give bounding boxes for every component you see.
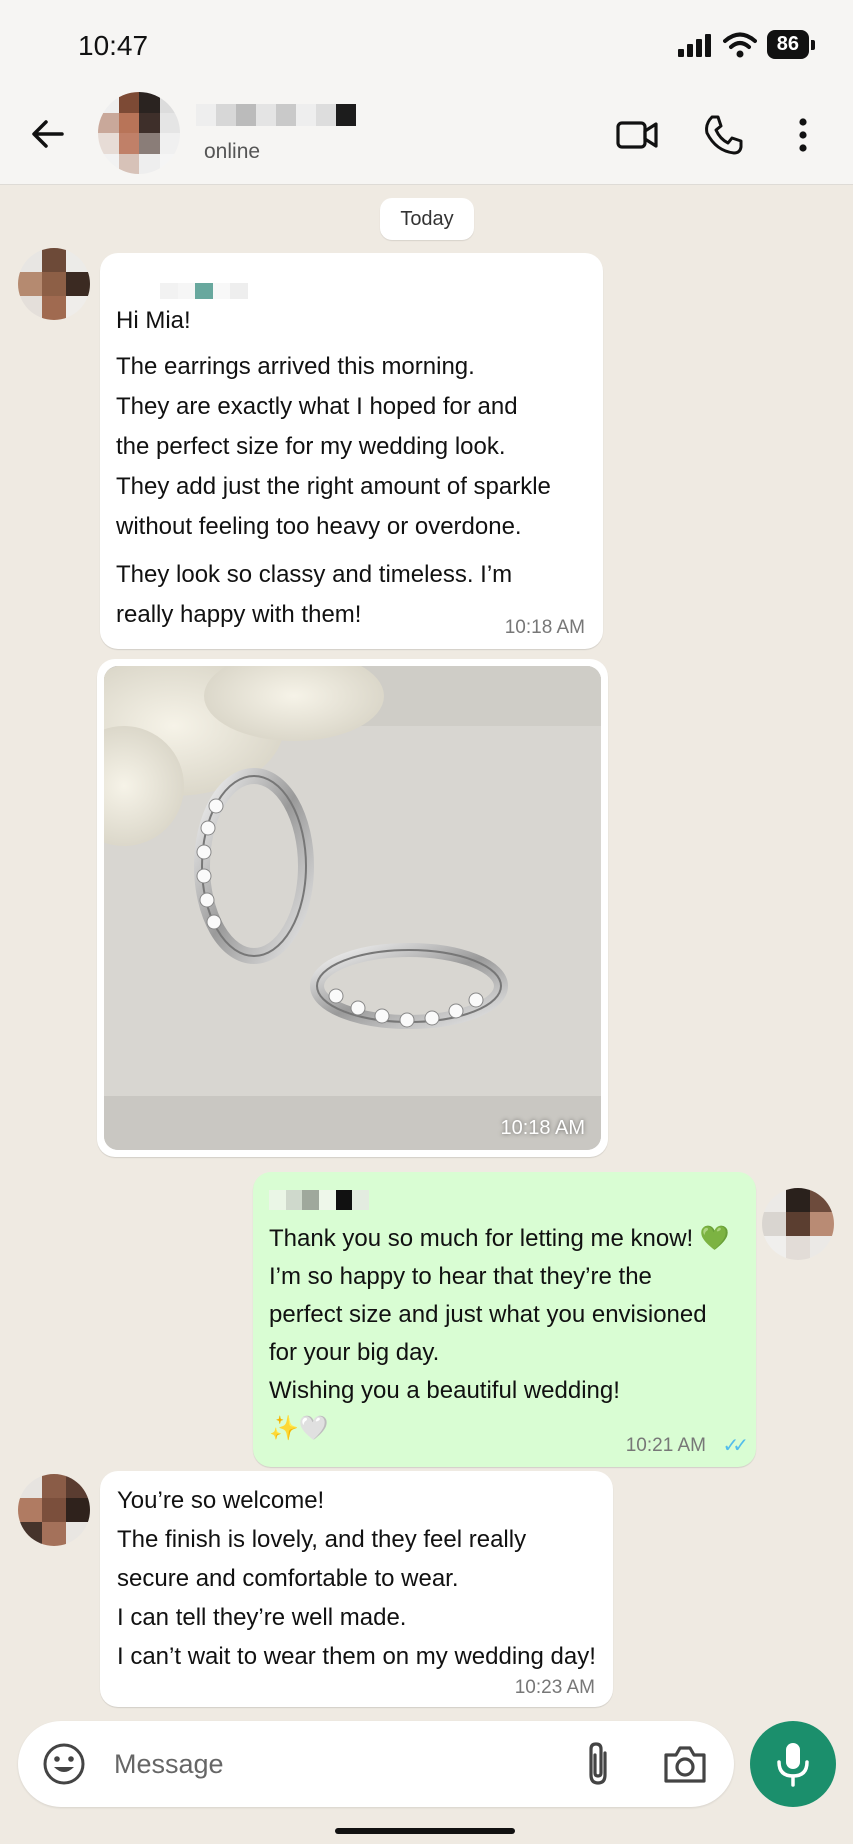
photo-message[interactable]: 10:18 AM	[97, 659, 608, 1157]
signal-icon	[677, 33, 711, 57]
message-time: 10:23 AM	[514, 1677, 595, 1698]
status-icons: 86	[677, 30, 816, 59]
camera-icon[interactable]	[662, 1743, 708, 1785]
message-line: secure and comfortable to wear.	[117, 1565, 459, 1592]
date-chip: Today	[380, 198, 474, 240]
message-line: They look so classy and timeless. I’m	[116, 561, 513, 588]
message-line: really happy with them!	[116, 601, 362, 628]
message-line: Wishing you a beautiful wedding!	[269, 1377, 620, 1404]
wifi-icon	[722, 32, 757, 57]
mic-icon	[777, 1743, 809, 1787]
message-line: perfect size and just what you envisione…	[269, 1301, 707, 1328]
message-input[interactable]	[112, 1743, 496, 1785]
more-options-icon[interactable]	[780, 112, 826, 158]
voice-message-button[interactable]	[750, 1721, 836, 1807]
message-line: You’re so welcome!	[117, 1487, 325, 1514]
sender-name-redacted	[160, 283, 248, 299]
message-line: The earrings arrived this morning.	[116, 353, 475, 380]
message-line: Hi Mia!	[116, 307, 191, 334]
home-indicator	[335, 1828, 515, 1834]
message-time: 10:18 AM	[504, 617, 585, 638]
read-receipt-icon: ✓✓	[722, 1435, 748, 1457]
message-line: Thank you so much for letting me know! 💚	[269, 1225, 730, 1252]
message-line: the perfect size for my wedding look.	[116, 433, 506, 460]
contact-status: online	[204, 140, 261, 163]
incoming-message[interactable]: Hi Mia! The earrings arrived this mornin…	[100, 253, 603, 649]
earrings-photo[interactable]: 10:18 AM	[104, 666, 601, 1150]
message-line: The finish is lovely, and they feel real…	[117, 1526, 527, 1553]
incoming-message[interactable]: You’re so welcome! The finish is lovely,…	[100, 1471, 613, 1707]
contact-avatar[interactable]	[98, 92, 180, 174]
sender-name-redacted	[269, 1190, 370, 1210]
message-line: I’m so happy to hear that they’re the	[269, 1263, 652, 1290]
chat-header: online	[0, 88, 853, 185]
sender-avatar[interactable]	[18, 1474, 90, 1546]
message-line: I can’t wait to wear them on my wedding …	[117, 1643, 596, 1670]
photo-time: 10:18 AM	[500, 1117, 585, 1139]
message-line: They are exactly what I hoped for and	[116, 393, 518, 420]
message-line: without feeling too heavy or overdone.	[116, 513, 522, 540]
message-line: They add just the right amount of sparkl…	[116, 473, 551, 500]
video-call-icon[interactable]	[614, 112, 660, 158]
attach-icon[interactable]	[578, 1739, 618, 1789]
earrings-illustration	[104, 666, 601, 1150]
sender-avatar[interactable]	[18, 248, 90, 320]
outgoing-message[interactable]: Thank you so much for letting me know! 💚…	[253, 1172, 756, 1467]
message-line: I can tell they’re well made.	[117, 1604, 407, 1631]
message-line: for your big day.	[269, 1339, 440, 1366]
status-bar: 10:47 86	[0, 0, 853, 88]
battery-indicator: 86	[766, 30, 816, 59]
status-time: 10:47	[78, 30, 149, 61]
back-arrow-icon[interactable]	[28, 114, 68, 154]
contact-name-redacted	[196, 104, 356, 126]
own-avatar[interactable]	[762, 1188, 834, 1260]
message-composer	[18, 1721, 734, 1807]
phone-icon[interactable]	[700, 112, 746, 158]
emoji-icon[interactable]	[42, 1742, 86, 1786]
message-time: 10:21 AM	[625, 1435, 706, 1456]
